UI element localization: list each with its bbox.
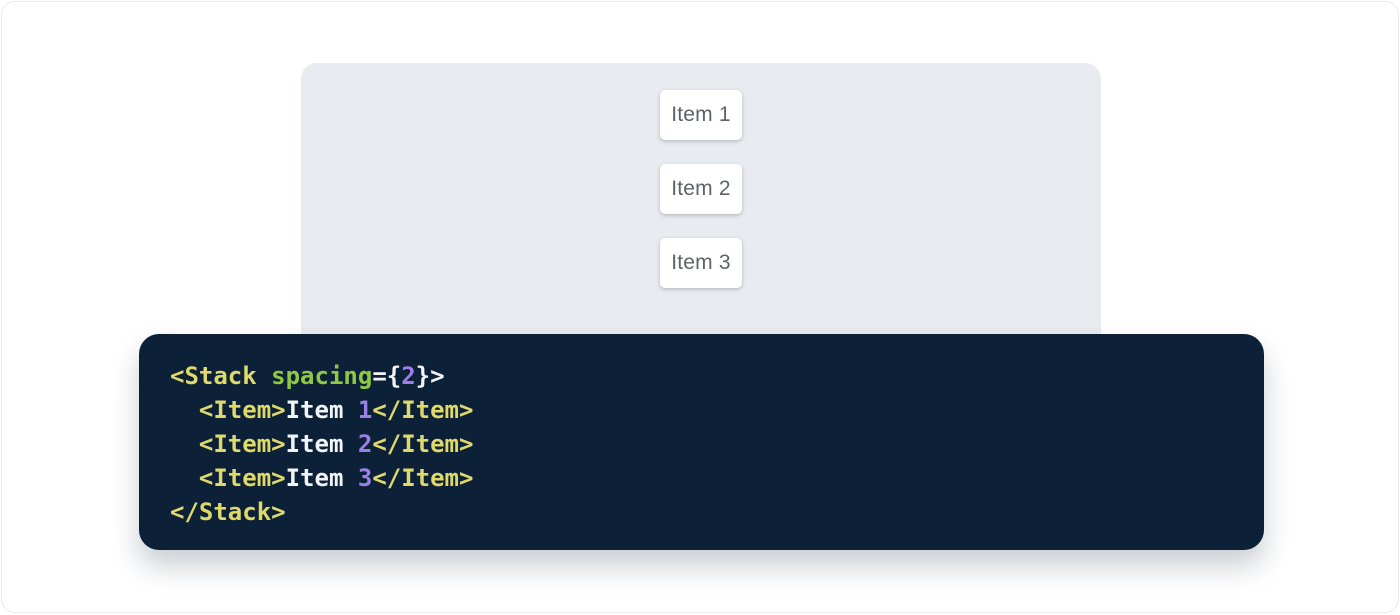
code-line: <Item>Item 1</Item> xyxy=(170,393,1244,427)
code-token-tag: <Stack xyxy=(170,362,271,390)
code-token-plain: ={ xyxy=(372,362,401,390)
code-token-number: 2 xyxy=(358,430,372,458)
code-token-tag: </Item> xyxy=(372,396,473,424)
code-token-tag: </Stack> xyxy=(170,498,286,526)
code-token-plain: Item xyxy=(286,464,358,492)
stack-item-card: Item 2 xyxy=(660,164,742,214)
stack-item-card: Item 1 xyxy=(660,90,742,140)
code-content: <Stack spacing={2}> <Item>Item 1</Item> … xyxy=(170,359,1244,529)
code-token-tag: <Item> xyxy=(199,464,286,492)
code-token-attr: spacing xyxy=(271,362,372,390)
code-token-plain: Item xyxy=(286,430,358,458)
code-token-tag: </Item> xyxy=(372,430,473,458)
stack-demo-panel: Item 1 Item 2 Item 3 xyxy=(301,63,1101,358)
code-token-tag: <Item> xyxy=(199,396,286,424)
screenshot-frame: Item 1 Item 2 Item 3 <Stack spacing={2}>… xyxy=(1,1,1399,613)
code-token-number: 3 xyxy=(358,464,372,492)
code-token-number: 1 xyxy=(358,396,372,424)
code-line: </Stack> xyxy=(170,495,1244,529)
code-line: <Item>Item 2</Item> xyxy=(170,427,1244,461)
stack-item-card: Item 3 xyxy=(660,238,742,288)
code-line: <Item>Item 3</Item> xyxy=(170,461,1244,495)
code-token-number: 2 xyxy=(401,362,415,390)
code-token-plain: Item xyxy=(286,396,358,424)
code-token-plain xyxy=(170,396,199,424)
code-token-tag: <Item> xyxy=(199,430,286,458)
code-token-tag: </Item> xyxy=(372,464,473,492)
code-line: <Stack spacing={2}> xyxy=(170,359,1244,393)
code-token-plain xyxy=(170,430,199,458)
stack-container: Item 1 Item 2 Item 3 xyxy=(301,63,1101,288)
code-block: <Stack spacing={2}> <Item>Item 1</Item> … xyxy=(139,334,1264,550)
code-token-plain: }> xyxy=(416,362,445,390)
code-token-plain xyxy=(170,464,199,492)
